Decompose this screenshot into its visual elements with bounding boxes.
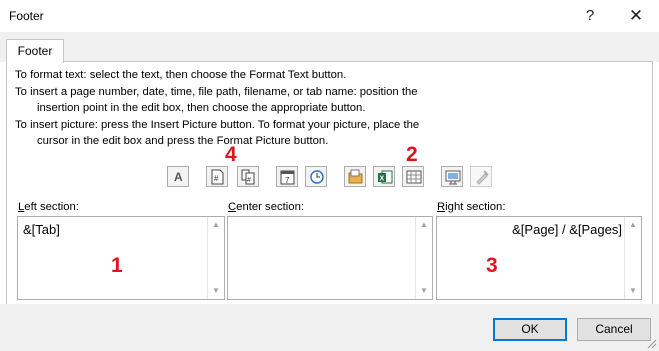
insert-number-of-pages-button[interactable]: #: [237, 166, 259, 187]
scroll-down-arrow-icon[interactable]: ▼: [625, 284, 641, 298]
scroll-down-arrow-icon[interactable]: ▼: [208, 284, 224, 298]
tab-bar: [0, 32, 659, 62]
window-title: Footer: [9, 9, 44, 23]
format-picture-button[interactable]: [470, 166, 492, 187]
scroll-up-arrow-icon[interactable]: ▲: [416, 218, 432, 232]
left-section-scrollbar[interactable]: ▲ ▼: [207, 217, 224, 299]
right-section-editbox[interactable]: &[Page] / &[Pages] ▲ ▼: [436, 216, 642, 300]
right-section-label: Right section:: [437, 201, 506, 213]
instruction-insert-picture: To insert picture: press the Insert Pict…: [15, 119, 420, 131]
left-section-label: Left section:: [18, 201, 79, 213]
title-bar: Footer ? ✕: [0, 0, 659, 32]
resize-grip-icon[interactable]: [647, 339, 657, 349]
svg-text:A: A: [174, 170, 183, 184]
insert-time-button[interactable]: [305, 166, 327, 187]
picture-icon: [445, 170, 461, 185]
instruction-insert-fields: To insert a page number, date, time, fil…: [15, 86, 418, 98]
scroll-down-arrow-icon[interactable]: ▼: [416, 284, 432, 298]
sheet-icon: [406, 170, 422, 184]
help-button[interactable]: ?: [576, 4, 604, 28]
cancel-button[interactable]: Cancel: [577, 318, 651, 341]
svg-text:#: #: [247, 177, 251, 184]
instruction-insert-fields-cont: insertion point in the edit box, then ch…: [37, 102, 366, 114]
number-of-pages-icon: #: [241, 169, 255, 185]
instruction-insert-picture-cont: cursor in the edit box and press the For…: [37, 135, 329, 147]
annotation-marker-4: 4: [225, 143, 237, 166]
svg-text:#: #: [214, 174, 219, 183]
insert-page-number-button[interactable]: #: [206, 166, 228, 187]
instruction-format-text: To format text: select the text, then ch…: [15, 69, 347, 81]
format-text-icon: A: [174, 170, 183, 184]
clock-icon: [310, 170, 324, 184]
calendar-icon: 7: [280, 170, 295, 185]
insert-file-name-button[interactable]: X: [373, 166, 395, 187]
folder-icon: [348, 169, 363, 184]
left-section-text: &[Tab]: [23, 222, 60, 237]
tab-footer[interactable]: Footer: [6, 39, 64, 63]
scroll-up-arrow-icon[interactable]: ▲: [208, 218, 224, 232]
insert-picture-button[interactable]: [441, 166, 463, 187]
format-text-button[interactable]: A: [167, 166, 189, 187]
right-section-text: &[Page] / &[Pages]: [512, 222, 622, 237]
svg-text:7: 7: [285, 176, 290, 185]
insert-file-path-button[interactable]: [344, 166, 366, 187]
svg-text:X: X: [380, 176, 385, 183]
annotation-marker-3: 3: [486, 254, 498, 277]
center-section-scrollbar[interactable]: ▲ ▼: [415, 217, 432, 299]
close-button[interactable]: ✕: [622, 4, 650, 28]
center-section-editbox[interactable]: ▲ ▼: [227, 216, 433, 300]
center-section-label: Center section:: [228, 201, 304, 213]
page-number-icon: #: [211, 169, 224, 185]
annotation-marker-2: 2: [406, 143, 418, 166]
annotation-marker-1: 1: [111, 254, 123, 277]
scroll-up-arrow-icon[interactable]: ▲: [625, 218, 641, 232]
insert-sheet-name-button[interactable]: [402, 166, 424, 187]
excel-icon: X: [378, 170, 393, 184]
ok-button[interactable]: OK: [493, 318, 567, 341]
format-picture-icon: [476, 170, 489, 185]
insert-date-button[interactable]: 7: [276, 166, 298, 187]
right-section-scrollbar[interactable]: ▲ ▼: [624, 217, 641, 299]
